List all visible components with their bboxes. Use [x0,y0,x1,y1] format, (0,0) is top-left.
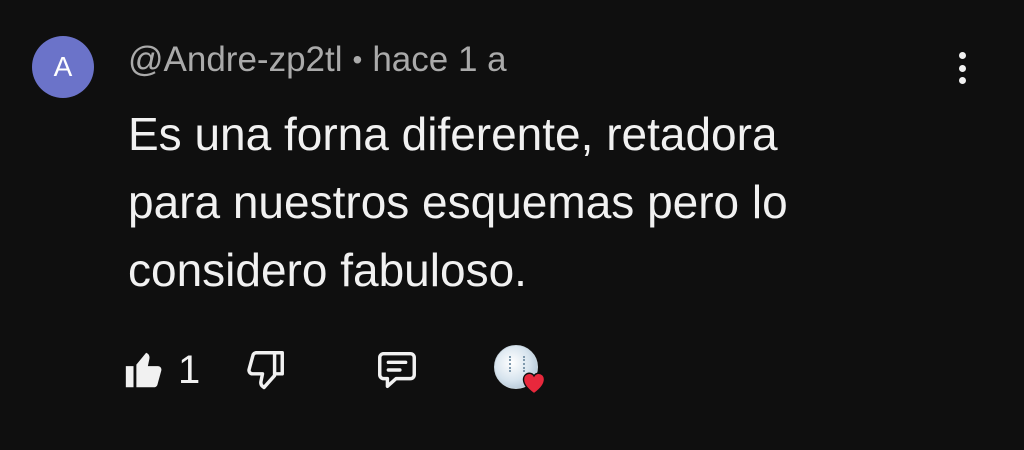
comment-actions: 1 [122,340,546,400]
avatar-letter: A [53,51,73,82]
comment-icon [378,351,416,389]
thumb-down-icon [247,351,284,390]
reply-button[interactable] [374,347,494,393]
separator-dot: • [352,44,363,75]
comment-text: Es una forna diferente, retadora para nu… [128,108,788,296]
like-count: 1 [178,347,201,392]
comment-card: A @Andre-zp2tl • hace 1 a Es una forna d… [0,0,1024,450]
more-vert-icon-dot [958,77,966,84]
thumb-up-filled-icon [125,352,162,388]
comment-timestamp[interactable]: hace 1 a [372,40,506,80]
more-vert-icon-dot [958,64,966,72]
more-vert-icon [958,52,966,59]
like-button[interactable]: 1 [122,347,242,393]
creator-heart-badge [494,345,546,395]
author-name[interactable]: @Andre-zp2tl [128,40,343,80]
comment-header: @Andre-zp2tl • hace 1 a [128,38,507,82]
avatar[interactable]: A [32,36,94,98]
more-options-button[interactable] [946,48,978,88]
heart-icon [522,372,546,395]
dislike-button[interactable] [242,347,374,393]
